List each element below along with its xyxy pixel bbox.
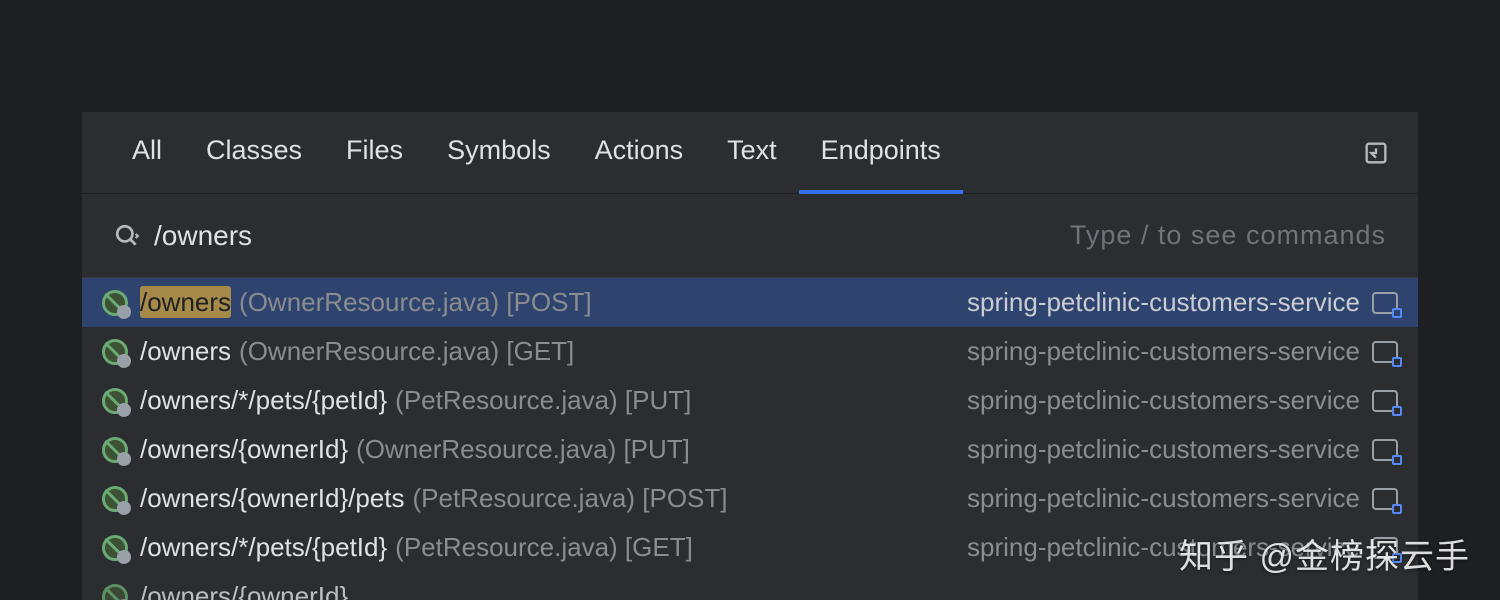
- result-file: (PetResource.java) [GET]: [395, 532, 693, 563]
- endpoint-icon: [102, 388, 128, 414]
- result-module: spring-petclinic-customers-service: [967, 287, 1360, 318]
- result-path: /owners/{ownerId}: [140, 581, 348, 600]
- result-path: /owners/*/pets/{petId}: [140, 532, 387, 563]
- endpoint-icon: [102, 486, 128, 512]
- search-row: Type / to see commands: [82, 194, 1418, 278]
- tab-all[interactable]: All: [110, 112, 184, 194]
- result-file: (PetResource.java) [POST]: [413, 483, 728, 514]
- endpoint-icon: [102, 584, 128, 600]
- result-file: (OwnerResource.java) [PUT]: [356, 434, 690, 465]
- result-path: /owners: [140, 336, 231, 367]
- result-row[interactable]: /owners/{ownerId}/pets (PetResource.java)…: [82, 474, 1418, 523]
- folder-icon: [1372, 439, 1398, 461]
- watermark: 知乎 @金榜探云手: [1179, 529, 1470, 578]
- result-row[interactable]: /owners (OwnerResource.java) [GET] spring-…: [82, 327, 1418, 376]
- tab-endpoints[interactable]: Endpoints: [799, 112, 963, 194]
- result-file: (OwnerResource.java) [GET]: [239, 336, 574, 367]
- result-path: /owners/*/pets/{petId}: [140, 385, 387, 416]
- result-path: /owners: [140, 287, 231, 318]
- tab-files[interactable]: Files: [324, 112, 425, 194]
- endpoint-icon: [102, 437, 128, 463]
- folder-icon: [1372, 488, 1398, 510]
- result-file: (PetResource.java) [PUT]: [395, 385, 691, 416]
- tab-actions[interactable]: Actions: [573, 112, 706, 194]
- search-icon: [114, 223, 140, 249]
- search-everywhere-popup: AllClassesFilesSymbolsActionsTextEndpoin…: [82, 112, 1418, 600]
- tab-bar: AllClassesFilesSymbolsActionsTextEndpoin…: [82, 112, 1418, 194]
- result-row[interactable]: /owners (OwnerResource.java) [POST] spring…: [82, 278, 1418, 327]
- tab-classes[interactable]: Classes: [184, 112, 324, 194]
- search-input[interactable]: [154, 220, 1070, 252]
- result-row[interactable]: /owners/{ownerId} (OwnerResource.java) [P…: [82, 425, 1418, 474]
- result-path: /owners/{ownerId}/pets: [140, 483, 405, 514]
- folder-icon: [1372, 390, 1398, 412]
- tab-text[interactable]: Text: [705, 112, 799, 194]
- folder-icon: [1372, 341, 1398, 363]
- endpoint-icon: [102, 535, 128, 561]
- tab-symbols[interactable]: Symbols: [425, 112, 573, 194]
- result-module: spring-petclinic-customers-service: [967, 385, 1360, 416]
- result-path: /owners/{ownerId}: [140, 434, 348, 465]
- pin-icon[interactable]: [1362, 139, 1390, 167]
- folder-icon: [1372, 292, 1398, 314]
- endpoint-icon: [102, 339, 128, 365]
- result-file: (OwnerResource.java) [POST]: [239, 287, 592, 318]
- result-module: spring-petclinic-customers-service: [967, 336, 1360, 367]
- result-module: spring-petclinic-customers-service: [967, 434, 1360, 465]
- result-row[interactable]: /owners/*/pets/{petId} (PetResource.java)…: [82, 376, 1418, 425]
- search-hint: Type / to see commands: [1070, 220, 1386, 251]
- result-module: spring-petclinic-customers-service: [967, 483, 1360, 514]
- endpoint-icon: [102, 290, 128, 316]
